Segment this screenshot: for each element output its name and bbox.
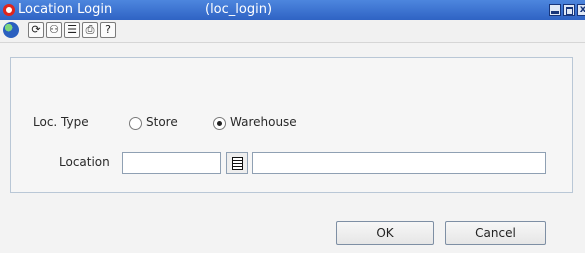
location-input[interactable] bbox=[122, 152, 221, 174]
minimize-button[interactable] bbox=[549, 4, 561, 16]
refresh-icon[interactable]: ⟳ bbox=[28, 22, 44, 38]
title-bar[interactable]: Location Login (loc_login) x bbox=[0, 0, 585, 20]
store-radio-label[interactable]: Store bbox=[146, 115, 178, 129]
location-description-field[interactable] bbox=[252, 152, 546, 174]
location-login-window: Location Login (loc_login) x ⟳ ⚇ ☰ ⎙ ? L… bbox=[0, 0, 585, 253]
close-button[interactable]: x bbox=[577, 4, 585, 16]
warehouse-radio[interactable] bbox=[213, 117, 226, 130]
store-radio[interactable] bbox=[129, 117, 142, 130]
maximize-button[interactable] bbox=[563, 4, 575, 16]
help-icon[interactable]: ? bbox=[100, 22, 116, 38]
window-form-code: (loc_login) bbox=[205, 2, 273, 17]
location-panel: Loc. Type Store Warehouse Location bbox=[10, 57, 573, 193]
oracle-logo-icon bbox=[3, 4, 15, 16]
globe-icon[interactable] bbox=[3, 22, 19, 38]
warehouse-radio-label[interactable]: Warehouse bbox=[230, 115, 297, 129]
location-lov-button[interactable] bbox=[226, 152, 248, 174]
cancel-button[interactable]: Cancel bbox=[445, 221, 546, 245]
print-icon[interactable]: ⎙ bbox=[82, 22, 98, 38]
toolbar: ⟳ ⚇ ☰ ⎙ ? bbox=[0, 20, 585, 43]
location-label: Location bbox=[59, 155, 110, 169]
window-title: Location Login bbox=[18, 2, 113, 17]
ok-button[interactable]: OK bbox=[336, 221, 434, 245]
binoculars-icon[interactable]: ⚇ bbox=[46, 22, 62, 38]
loc-type-label: Loc. Type bbox=[33, 115, 89, 129]
notes-icon[interactable]: ☰ bbox=[64, 22, 80, 38]
